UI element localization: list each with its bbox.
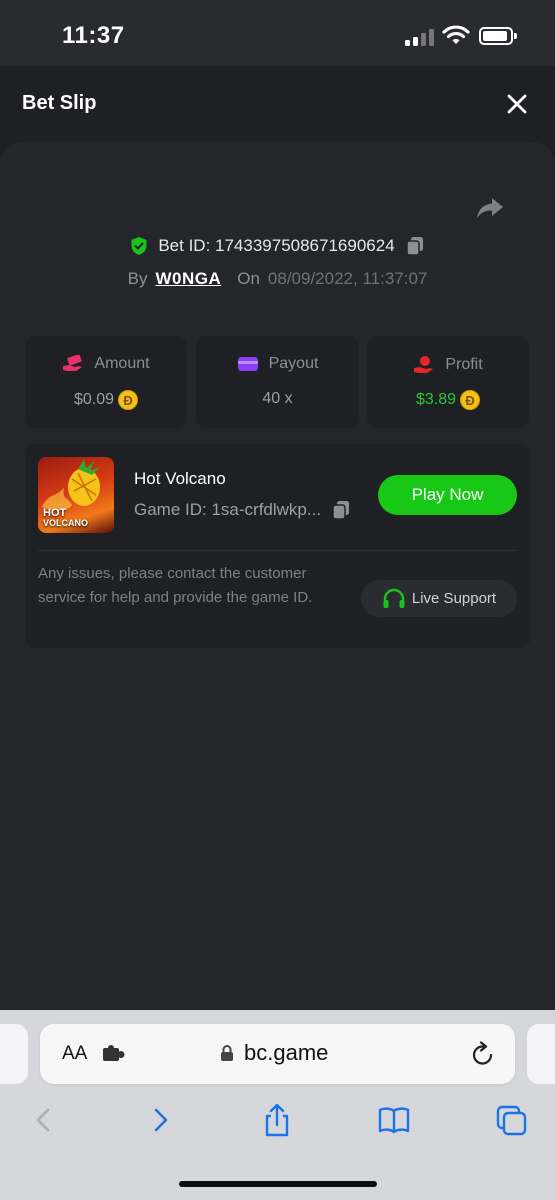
close-icon[interactable] bbox=[506, 93, 528, 115]
amount-value: $0.09 bbox=[73, 391, 115, 408]
lock-icon bbox=[221, 1045, 233, 1061]
bet-date: 08/09/2022, 11:37:07 bbox=[267, 269, 428, 288]
coin-icon: Ð bbox=[118, 390, 139, 410]
home-indicator bbox=[179, 1181, 377, 1187]
game-card: HOT VOLCANO Hot Volcano Game ID: 1sa-crf… bbox=[25, 444, 530, 648]
play-now-button[interactable]: Play Now bbox=[378, 475, 517, 515]
copy-icon[interactable] bbox=[331, 500, 351, 520]
back-icon[interactable] bbox=[26, 1102, 60, 1138]
bet-author-row: By W0NGA On 08/09/2022, 11:37:07 bbox=[0, 266, 555, 292]
profit-label: Profit bbox=[445, 356, 483, 373]
bet-slip-header: Bet Slip bbox=[0, 66, 555, 144]
payout-value: 40 x bbox=[262, 390, 293, 407]
coin-icon: Ð bbox=[460, 390, 481, 410]
live-support-label: Live Support bbox=[411, 590, 497, 607]
game-id-row: Game ID: 1sa-crfdlwkp... bbox=[134, 500, 351, 520]
reload-icon[interactable] bbox=[471, 1041, 495, 1067]
status-bar: 11:37 bbox=[0, 0, 555, 66]
wallet-icon bbox=[237, 357, 258, 371]
live-support-button[interactable]: Live Support bbox=[361, 580, 517, 617]
by-label: By bbox=[127, 269, 148, 288]
bookmarks-icon[interactable] bbox=[377, 1102, 411, 1138]
divider bbox=[38, 550, 517, 551]
previous-tab-preview[interactable] bbox=[0, 1024, 28, 1084]
user-link[interactable]: W0NGA bbox=[155, 269, 221, 289]
coin-hand-icon bbox=[414, 356, 434, 373]
game-thumbnail[interactable]: HOT VOLCANO bbox=[38, 457, 114, 533]
page-title: Bet Slip bbox=[22, 92, 97, 114]
status-time: 11:37 bbox=[62, 22, 125, 49]
amount-label: Amount bbox=[94, 355, 150, 372]
share-sheet-icon[interactable] bbox=[260, 1102, 294, 1138]
reader-settings-button[interactable]: AA bbox=[62, 1043, 87, 1065]
on-label: On bbox=[237, 269, 260, 288]
payout-card: Payout 40 x bbox=[196, 336, 359, 428]
extension-icon[interactable] bbox=[102, 1045, 126, 1063]
profit-value: $3.89 bbox=[415, 391, 457, 408]
thumb-title-line2: VOLCANO bbox=[43, 518, 88, 528]
support-note: Any issues, please contact the customer … bbox=[38, 565, 313, 606]
wifi-icon bbox=[442, 25, 470, 44]
share-icon[interactable] bbox=[476, 196, 504, 220]
headset-icon bbox=[383, 588, 405, 608]
bet-id: Bet ID: 1743397508671690624 bbox=[158, 236, 395, 255]
url-text[interactable]: bc.game bbox=[244, 1040, 328, 1066]
next-tab-preview[interactable] bbox=[527, 1024, 555, 1084]
cellular-signal-icon bbox=[405, 28, 435, 46]
battery-icon bbox=[479, 27, 517, 45]
profit-card: Profit $3.89 Ð bbox=[367, 336, 529, 428]
copy-icon[interactable] bbox=[405, 236, 425, 256]
game-name: Hot Volcano bbox=[134, 469, 226, 488]
bet-id-row: Bet ID: 1743397508671690624 bbox=[0, 232, 555, 260]
shield-check-icon bbox=[131, 237, 147, 255]
money-hand-icon bbox=[63, 355, 83, 371]
amount-card: Amount $0.09 Ð bbox=[25, 336, 187, 428]
tabs-icon[interactable] bbox=[495, 1102, 529, 1138]
game-id: Game ID: 1sa-crfdlwkp... bbox=[134, 500, 322, 519]
forward-icon[interactable] bbox=[144, 1102, 178, 1138]
payout-label: Payout bbox=[268, 355, 319, 372]
address-bar[interactable]: AA bc.game bbox=[40, 1024, 515, 1084]
